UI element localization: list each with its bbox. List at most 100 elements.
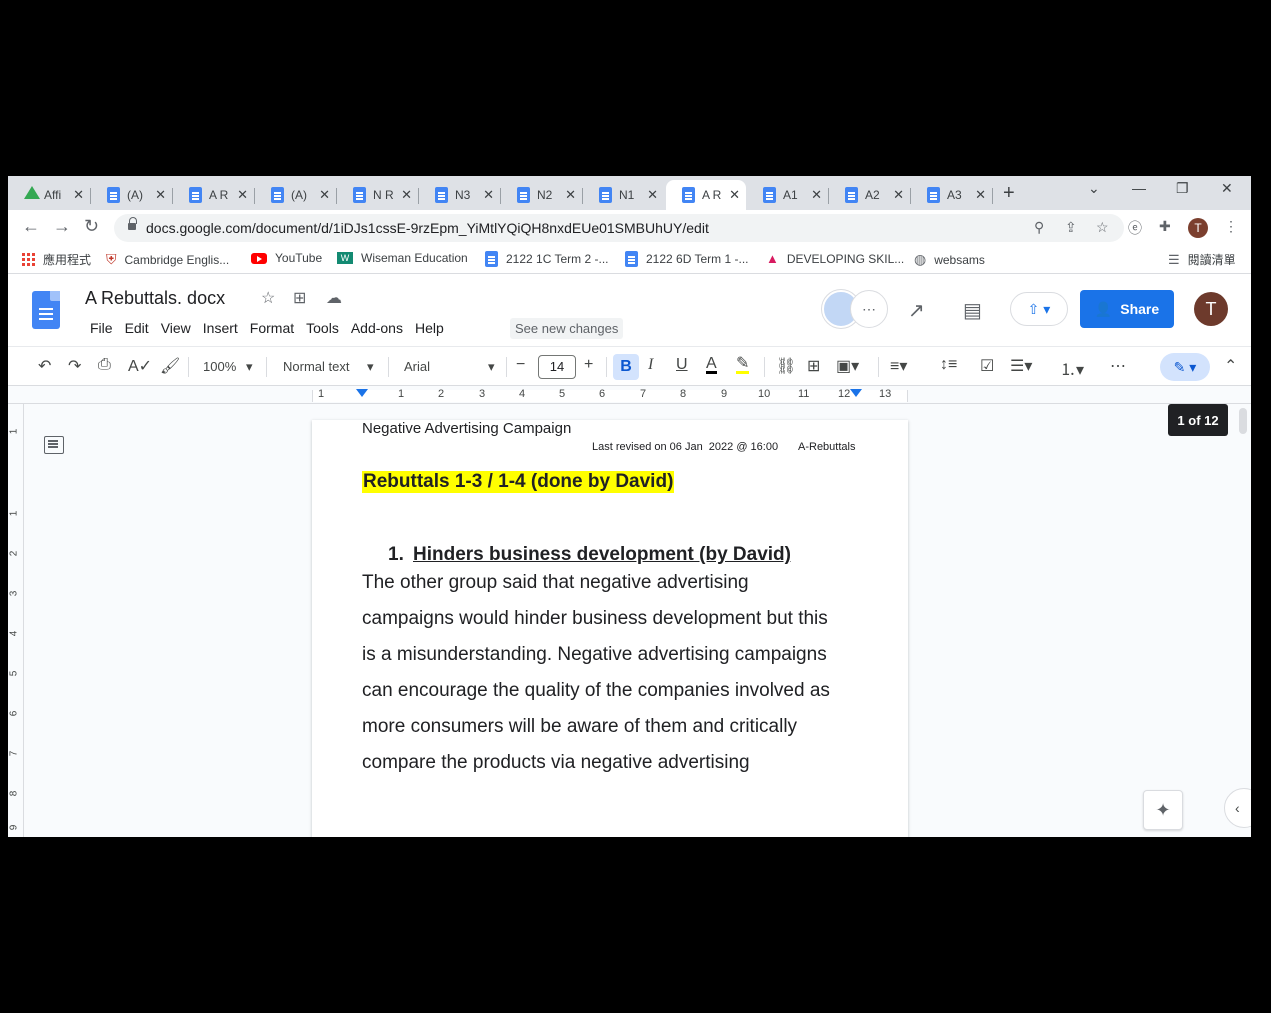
document-outline-icon[interactable]: [44, 436, 64, 454]
close-window-icon[interactable]: ✕: [1221, 180, 1233, 197]
more-icon[interactable]: ⋯: [1110, 356, 1126, 376]
collapse-menus-icon[interactable]: ⌃: [1224, 356, 1237, 376]
close-tab-icon[interactable]: ✕: [729, 187, 740, 203]
browser-tab[interactable]: (A) ✕: [255, 180, 336, 210]
browser-tab[interactable]: N2 ✕: [501, 180, 582, 210]
docs-logo-icon[interactable]: [32, 291, 60, 329]
browser-tab[interactable]: A3 ✕: [911, 180, 992, 210]
forward-icon[interactable]: →: [53, 216, 71, 237]
italic-button[interactable]: I: [648, 356, 653, 374]
redo-icon[interactable]: ↷: [68, 356, 81, 376]
browser-tab[interactable]: N R ✕: [337, 180, 418, 210]
present-meet-button[interactable]: ⇧ ▾: [1010, 292, 1068, 326]
extensions-puzzle-icon[interactable]: ✚: [1159, 218, 1171, 235]
line-spacing-icon[interactable]: ↕≡: [940, 356, 957, 374]
bookmark-websams[interactable]: ◍ websams: [914, 251, 985, 268]
checklist-icon[interactable]: ☑: [980, 356, 994, 376]
zoom-icon[interactable]: ⚲: [1034, 219, 1044, 236]
browser-tab[interactable]: Affi ✕: [8, 180, 90, 210]
browser-tab[interactable]: N1 ✕: [583, 180, 664, 210]
side-panel-toggle-icon[interactable]: ‹: [1224, 788, 1251, 828]
browser-tab[interactable]: (A) ✕: [91, 180, 172, 210]
paragraph-style-select[interactable]: Normal text: [283, 359, 349, 374]
font-size-input[interactable]: 14: [538, 355, 576, 379]
menu-edit[interactable]: Edit: [119, 318, 155, 338]
highlight-color-button[interactable]: ✎: [736, 356, 750, 374]
share-page-icon[interactable]: ⇪: [1065, 219, 1077, 236]
close-tab-icon[interactable]: ✕: [647, 187, 658, 203]
see-new-changes-button[interactable]: See new changes: [510, 318, 624, 339]
close-tab-icon[interactable]: ✕: [483, 187, 494, 203]
star-icon[interactable]: ☆: [261, 288, 275, 308]
browser-tab[interactable]: A1 ✕: [747, 180, 828, 210]
link-icon[interactable]: ⛓: [776, 356, 796, 376]
browser-tab-active[interactable]: A R ✕: [666, 180, 746, 210]
close-tab-icon[interactable]: ✕: [401, 187, 412, 203]
spellcheck-icon[interactable]: A✓: [128, 356, 152, 376]
browser-tab[interactable]: A2 ✕: [829, 180, 910, 210]
close-tab-icon[interactable]: ✕: [811, 187, 822, 203]
chevron-down-icon[interactable]: ▾: [367, 359, 374, 375]
menu-addons[interactable]: Add-ons: [345, 318, 409, 338]
bookmark-wiseman[interactable]: W Wiseman Education: [337, 251, 468, 265]
paint-format-icon[interactable]: 🖌: [160, 356, 180, 376]
minimize-icon[interactable]: —: [1132, 180, 1146, 196]
increase-font-icon[interactable]: +: [584, 356, 593, 374]
comments-icon[interactable]: ▤: [963, 298, 982, 323]
undo-icon[interactable]: ↶: [38, 356, 51, 376]
activity-trend-icon[interactable]: ↗: [908, 298, 925, 323]
close-tab-icon[interactable]: ✕: [237, 187, 248, 203]
bookmark-cambridge[interactable]: ⛨ Cambridge Englis...: [106, 251, 229, 268]
close-tab-icon[interactable]: ✕: [319, 187, 330, 203]
url-text[interactable]: docs.google.com/document/d/1iDJs1cssE-9r…: [146, 220, 709, 236]
browser-tab[interactable]: N3 ✕: [419, 180, 500, 210]
tab-search-icon[interactable]: ⌄: [1088, 180, 1100, 197]
right-indent-marker[interactable]: [850, 389, 862, 397]
new-tab-icon[interactable]: +: [1003, 182, 1015, 205]
browser-tab[interactable]: A R ✕: [173, 180, 254, 210]
comment-history-icon[interactable]: ⋯: [850, 290, 888, 328]
scrollbar-thumb[interactable]: [1239, 408, 1247, 434]
reading-list[interactable]: ☰ 閱讀清單: [1168, 251, 1236, 268]
insert-image-icon[interactable]: ▣▾: [836, 356, 859, 376]
back-icon[interactable]: ←: [22, 216, 40, 237]
print-icon[interactable]: ⎙: [98, 356, 111, 374]
bookmark-doc[interactable]: 2122 1C Term 2 -...: [485, 251, 609, 267]
cloud-status-icon[interactable]: ☁: [326, 288, 342, 308]
lock-icon[interactable]: [128, 217, 137, 231]
menu-insert[interactable]: Insert: [197, 318, 244, 338]
chevron-down-icon[interactable]: ▾: [488, 359, 495, 375]
share-button[interactable]: 👤 Share: [1080, 290, 1174, 328]
close-tab-icon[interactable]: ✕: [73, 187, 84, 203]
bold-button[interactable]: B: [613, 354, 639, 380]
move-folder-icon[interactable]: ⊞: [293, 288, 306, 308]
menu-tools[interactable]: Tools: [300, 318, 345, 338]
bookmark-youtube[interactable]: YouTube: [251, 251, 322, 265]
explore-icon[interactable]: ✦: [1143, 790, 1183, 830]
omnibox[interactable]: docs.google.com/document/d/1iDJs1cssE-9r…: [114, 214, 1124, 242]
close-tab-icon[interactable]: ✕: [155, 187, 166, 203]
menu-file[interactable]: File: [84, 318, 119, 338]
menu-kebab-icon[interactable]: ⋮: [1224, 218, 1238, 235]
zoom-select[interactable]: 100%: [203, 359, 236, 374]
decrease-font-icon[interactable]: −: [516, 356, 525, 374]
document-title[interactable]: A Rebuttals. docx: [85, 288, 225, 309]
underline-button[interactable]: U: [676, 356, 688, 374]
document-page[interactable]: Negative Advertising Campaign Last revis…: [312, 420, 908, 837]
extension-icon[interactable]: ⓔ: [1128, 218, 1142, 238]
close-tab-icon[interactable]: ✕: [565, 187, 576, 203]
profile-avatar[interactable]: T: [1188, 218, 1208, 238]
reload-icon[interactable]: ↻: [84, 216, 99, 237]
font-select[interactable]: Arial: [404, 359, 430, 374]
close-tab-icon[interactable]: ✕: [975, 187, 986, 203]
menu-help[interactable]: Help: [409, 318, 450, 338]
align-icon[interactable]: ≡▾: [890, 356, 907, 376]
add-comment-icon[interactable]: ⊞: [807, 356, 820, 376]
bookmark-doc[interactable]: 2122 6D Term 1 -...: [625, 251, 749, 267]
bookmark-apps[interactable]: 應用程式: [22, 251, 91, 268]
menu-format[interactable]: Format: [244, 318, 300, 338]
close-tab-icon[interactable]: ✕: [893, 187, 904, 203]
menu-view[interactable]: View: [155, 318, 197, 338]
editing-mode-button[interactable]: ✎ ▾: [1160, 353, 1210, 381]
left-indent-marker[interactable]: [356, 389, 368, 397]
